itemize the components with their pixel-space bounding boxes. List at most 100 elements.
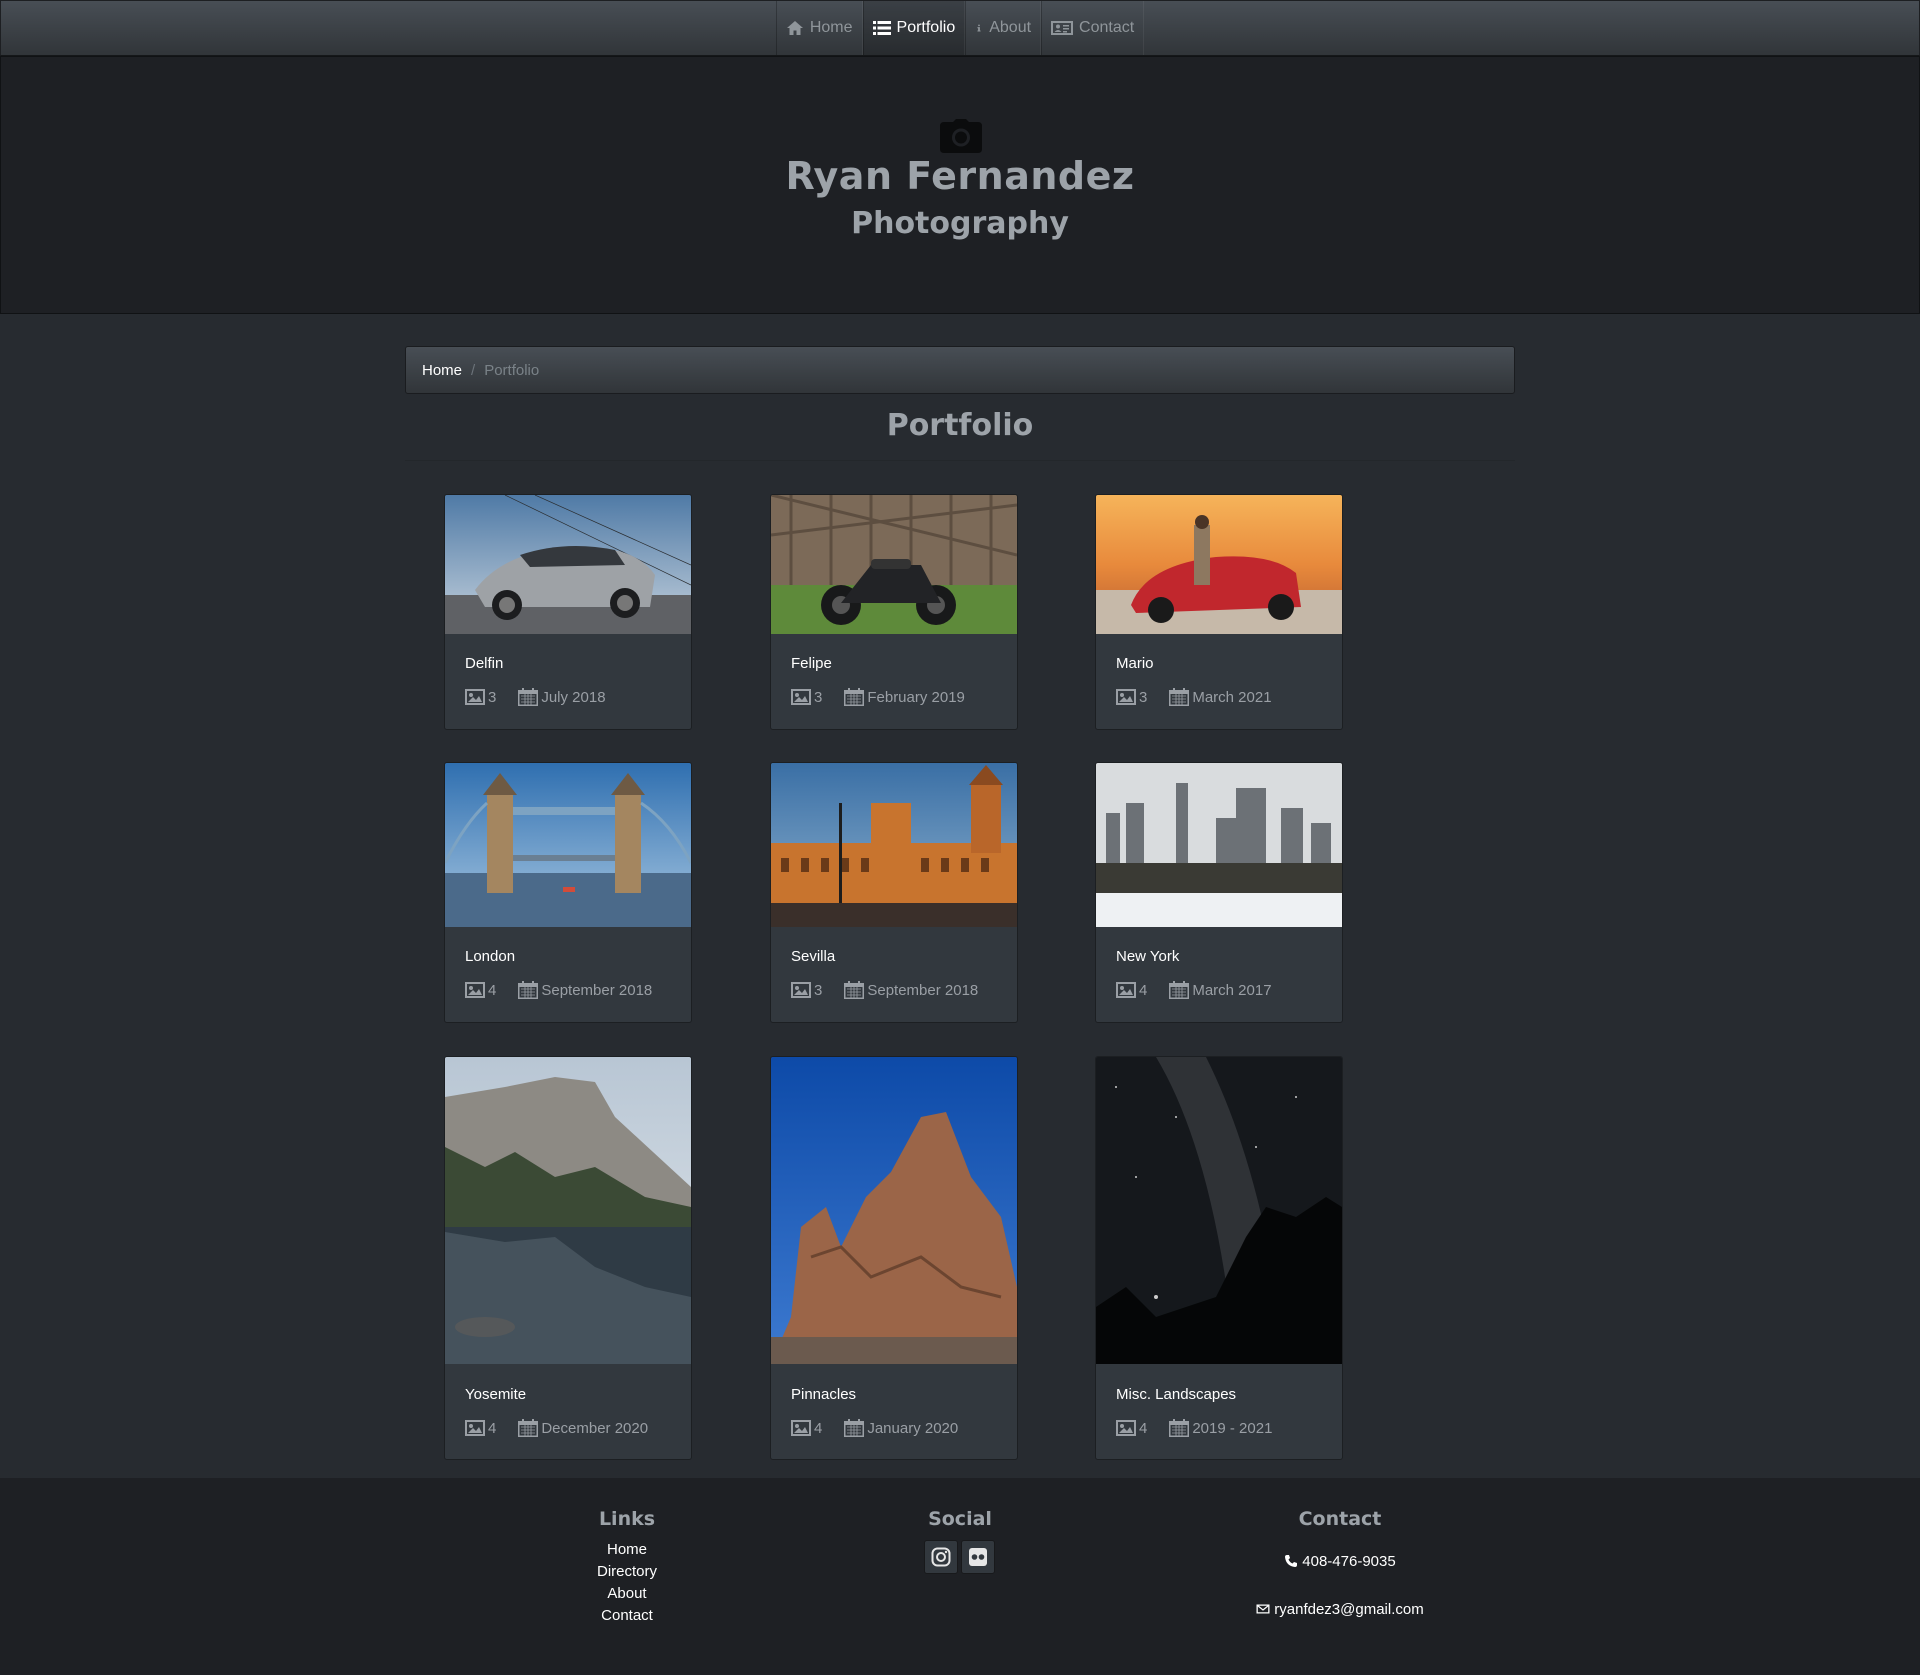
nav-portfolio-label: Portfolio (896, 19, 956, 36)
album-meta: 4 January 2020 (791, 1419, 958, 1437)
footer-social-heading: Social (928, 1508, 992, 1530)
album-card-sevilla[interactable]: Sevilla 3 September 2018 (770, 762, 1018, 1023)
album-meta: 4 December 2020 (465, 1419, 648, 1437)
album-card-new-york[interactable]: New York 4 March 2017 (1095, 762, 1343, 1023)
photo-count: 4 (488, 1419, 497, 1437)
image-icon (791, 1420, 811, 1436)
breadcrumb-home[interactable]: Home (422, 362, 462, 379)
contact-email: ryanfdez3@gmail.com (1190, 1601, 1490, 1618)
album-meta: 3 September 2018 (791, 981, 978, 999)
camera-icon (940, 119, 982, 153)
album-date: March 2017 (1192, 981, 1272, 999)
album-title[interactable]: Sevilla (791, 948, 835, 965)
calendar-icon (1169, 981, 1190, 999)
album-photo[interactable] (445, 495, 691, 634)
instagram-button[interactable] (924, 1540, 958, 1574)
contact-phone: 408-476-9035 (1190, 1553, 1490, 1570)
album-card-london[interactable]: London 4 September 2018 (444, 762, 692, 1023)
album-meta: 3 February 2019 (791, 688, 965, 706)
album-title[interactable]: Mario (1116, 655, 1154, 672)
page-title: Portfolio (886, 408, 1034, 443)
image-icon (1116, 982, 1136, 998)
album-photo[interactable] (1096, 1057, 1342, 1364)
album-card-yosemite[interactable]: Yosemite 4 December 2020 (444, 1056, 692, 1460)
photographer-name: Ryan Fernandez (785, 154, 1135, 198)
album-photo[interactable] (771, 495, 1017, 634)
album-card-mario[interactable]: Mario 3 March 2021 (1095, 494, 1343, 730)
photo-count: 4 (814, 1419, 823, 1437)
nav-contact[interactable]: Contact (1041, 1, 1145, 55)
photo-count: 3 (814, 981, 823, 999)
album-title[interactable]: Pinnacles (791, 1386, 856, 1403)
nav-home-label: Home (809, 19, 853, 36)
album-title[interactable]: Yosemite (465, 1386, 526, 1403)
envelope-icon (1256, 1604, 1270, 1614)
info-icon (977, 24, 981, 32)
id-card-icon (1051, 21, 1074, 35)
album-title[interactable]: Delfin (465, 655, 503, 672)
nav-home[interactable]: Home (775, 1, 863, 55)
album-date: September 2018 (541, 981, 653, 999)
image-icon (791, 689, 811, 705)
calendar-icon (518, 981, 539, 999)
album-meta: 4 March 2017 (1116, 981, 1272, 999)
nav-about[interactable]: About (965, 1, 1042, 55)
calendar-icon (518, 1419, 539, 1437)
image-icon (791, 982, 811, 998)
album-photo[interactable] (771, 763, 1017, 927)
breadcrumb-separator: / (471, 361, 476, 379)
image-icon (465, 1420, 485, 1436)
album-photo[interactable] (445, 763, 691, 927)
album-meta: 4 September 2018 (465, 981, 652, 999)
album-date: January 2020 (867, 1419, 959, 1437)
album-title[interactable]: Felipe (791, 655, 832, 672)
image-icon (1116, 1420, 1136, 1436)
album-date: February 2019 (867, 688, 965, 706)
photo-count: 3 (1139, 688, 1148, 706)
calendar-icon (518, 688, 539, 706)
hero-banner: Ryan Fernandez Photography (0, 56, 1920, 314)
photo-count: 4 (488, 981, 497, 999)
footer-link-home[interactable]: Home (527, 1541, 727, 1558)
album-title[interactable]: Misc. Landscapes (1116, 1386, 1236, 1403)
album-card-felipe[interactable]: Felipe 3 February 2019 (770, 494, 1018, 730)
calendar-icon (1169, 688, 1190, 706)
album-title[interactable]: New York (1116, 948, 1179, 965)
album-photo[interactable] (1096, 763, 1342, 927)
footer: Links Home Directory About Contact Socia… (0, 1478, 1920, 1675)
image-icon (1116, 689, 1136, 705)
phone-icon (1285, 1555, 1298, 1567)
home-icon (786, 21, 803, 35)
album-photo[interactable] (445, 1057, 691, 1364)
album-photo[interactable] (771, 1057, 1017, 1364)
footer-link-directory[interactable]: Directory (527, 1563, 727, 1580)
footer-link-contact[interactable]: Contact (527, 1607, 727, 1624)
instagram-icon (931, 1547, 951, 1567)
photo-count: 3 (814, 688, 823, 706)
photo-count: 4 (1139, 981, 1148, 999)
calendar-icon (1169, 1419, 1190, 1437)
album-date: March 2021 (1192, 688, 1272, 706)
flickr-button[interactable] (961, 1540, 995, 1574)
album-card-delfin[interactable]: Delfin 3 July 2018 (444, 494, 692, 730)
title-divider (405, 460, 1515, 461)
nav-about-label: About (989, 19, 1032, 36)
calendar-icon (844, 981, 865, 999)
calendar-icon (844, 1419, 865, 1437)
breadcrumb: Home / Portfolio (405, 346, 1515, 394)
album-title[interactable]: London (465, 948, 515, 965)
email-address[interactable]: ryanfdez3@gmail.com (1274, 1601, 1423, 1618)
album-card-pinnacles[interactable]: Pinnacles 4 January 2020 (770, 1056, 1018, 1460)
footer-link-about[interactable]: About (527, 1585, 727, 1602)
flickr-icon (969, 1548, 987, 1566)
calendar-icon (844, 688, 865, 706)
album-date: September 2018 (867, 981, 979, 999)
footer-links-heading: Links (598, 1508, 656, 1530)
nav-portfolio[interactable]: Portfolio (862, 1, 966, 55)
nav-contact-label: Contact (1079, 19, 1135, 36)
album-card-misc-landscapes[interactable]: Misc. Landscapes 4 2019 - 2021 (1095, 1056, 1343, 1460)
album-date: December 2020 (541, 1419, 649, 1437)
album-photo[interactable] (1096, 495, 1342, 634)
album-date: July 2018 (541, 688, 606, 706)
phone-number[interactable]: 408-476-9035 (1302, 1553, 1395, 1570)
